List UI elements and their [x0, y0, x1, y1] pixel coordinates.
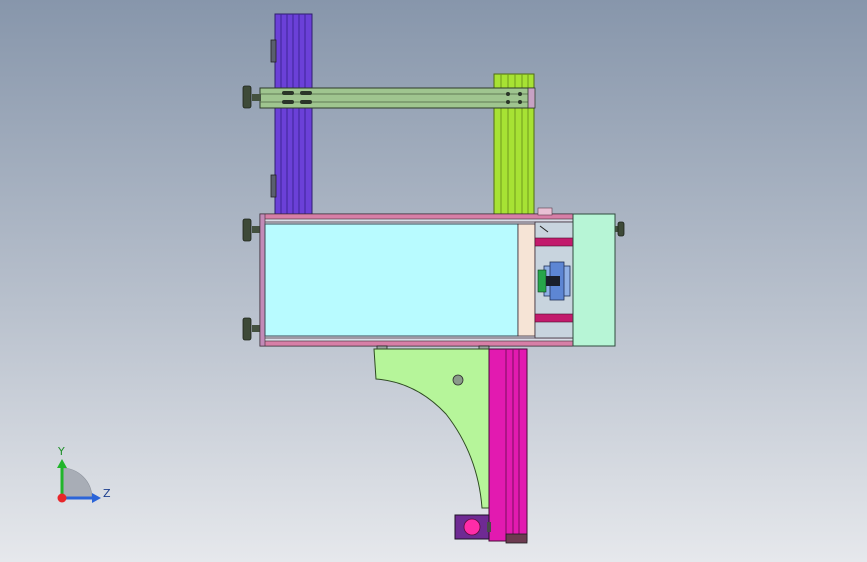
cad-viewport[interactable]: Y Z [0, 0, 867, 562]
top-rail [259, 87, 536, 109]
base-block [454, 514, 491, 540]
bracket-hole [452, 374, 464, 386]
tank-endplate [517, 223, 536, 337]
purple-column [270, 13, 313, 216]
knob-mid[interactable] [242, 218, 261, 242]
tank-glass [264, 223, 519, 337]
drive-assembly [534, 207, 574, 339]
triad-z-arrow [92, 493, 101, 503]
motor-box [572, 213, 616, 347]
support-bracket [373, 348, 492, 509]
triad-y-arrow [57, 459, 67, 468]
triad-x-axis [57, 493, 67, 503]
triad-y-label: Y [57, 445, 65, 458]
knob-top[interactable] [242, 85, 261, 109]
knob-bottom[interactable] [242, 317, 261, 341]
magenta-post [488, 348, 528, 544]
triad-z-label: Z [103, 487, 111, 500]
orientation-triad: Y Z [57, 445, 111, 503]
triad-quarter-disc [61, 467, 93, 499]
